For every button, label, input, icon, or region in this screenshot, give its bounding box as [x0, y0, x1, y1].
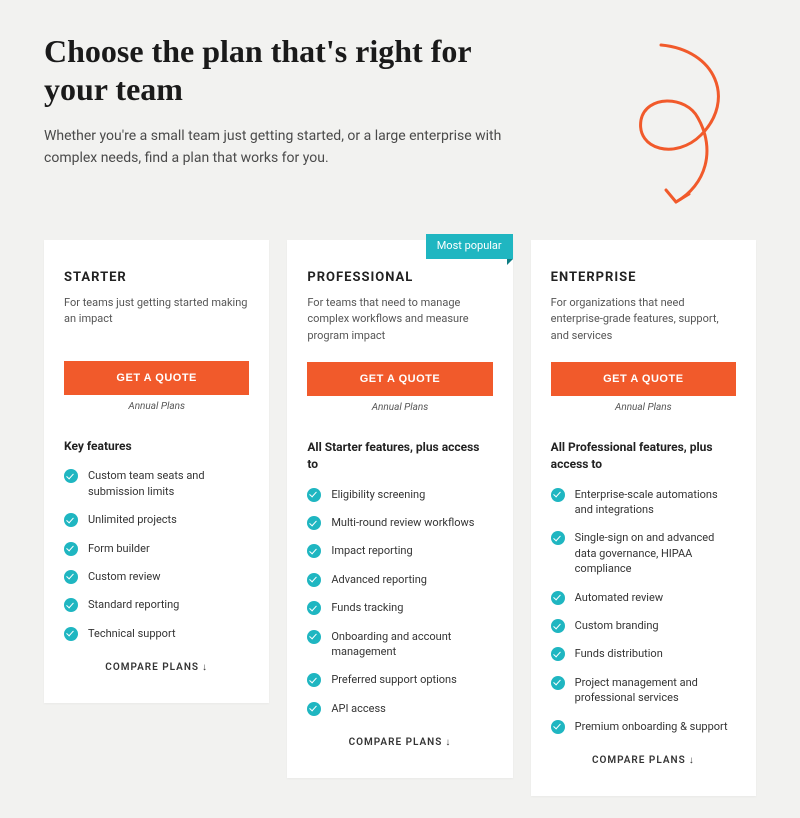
feature-item: Technical support: [64, 626, 249, 641]
feature-label: Custom review: [88, 569, 161, 584]
check-icon: [307, 601, 321, 615]
feature-label: Automated review: [575, 590, 663, 605]
compare-plans-label: COMPARE PLANS: [349, 737, 443, 748]
check-icon: [551, 619, 565, 633]
arrow-down-icon: ↓: [202, 662, 208, 673]
compare-plans-label: COMPARE PLANS: [592, 755, 686, 766]
feature-label: API access: [331, 701, 386, 716]
compare-plans-link[interactable]: COMPARE PLANS↓: [307, 729, 492, 756]
decorative-arrow-icon: [606, 40, 736, 210]
check-icon: [551, 591, 565, 605]
feature-item: Impact reporting: [307, 543, 492, 558]
check-icon: [64, 598, 78, 612]
feature-label: Onboarding and account management: [331, 629, 492, 660]
check-icon: [307, 488, 321, 502]
features-title: All Professional features, plus access t…: [551, 439, 736, 473]
get-quote-button[interactable]: GET A QUOTE: [64, 361, 249, 395]
feature-label: Enterprise-scale automations and integra…: [575, 487, 736, 518]
feature-item: Multi-round review workflows: [307, 515, 492, 530]
feature-item: Preferred support options: [307, 672, 492, 687]
plan-badge: Most popular: [426, 234, 513, 259]
feature-item: Onboarding and account management: [307, 629, 492, 660]
feature-item: Advanced reporting: [307, 572, 492, 587]
plan-name: PROFESSIONAL: [307, 270, 492, 285]
get-quote-button[interactable]: GET A QUOTE: [551, 362, 736, 396]
check-icon: [551, 720, 565, 734]
feature-item: Unlimited projects: [64, 512, 249, 527]
arrow-down-icon: ↓: [689, 755, 695, 766]
feature-item: Enterprise-scale automations and integra…: [551, 487, 736, 518]
feature-item: Custom review: [64, 569, 249, 584]
check-icon: [64, 469, 78, 483]
check-icon: [64, 570, 78, 584]
plans-row: STARTER For teams just getting started ma…: [44, 240, 756, 796]
page-subtitle: Whether you're a small team just getting…: [44, 125, 504, 170]
get-quote-button[interactable]: GET A QUOTE: [307, 362, 492, 396]
feature-label: Preferred support options: [331, 672, 457, 687]
compare-plans-link[interactable]: COMPARE PLANS↓: [64, 654, 249, 681]
feature-label: Unlimited projects: [88, 512, 177, 527]
feature-item: Funds tracking: [307, 600, 492, 615]
feature-label: Premium onboarding & support: [575, 719, 728, 734]
check-icon: [307, 573, 321, 587]
feature-item: Eligibility screening: [307, 487, 492, 502]
features-list: Enterprise-scale automations and integra…: [551, 487, 736, 734]
check-icon: [551, 647, 565, 661]
page-title: Choose the plan that's right for your te…: [44, 32, 504, 109]
plan-description: For organizations that need enterprise-g…: [551, 295, 736, 345]
arrow-down-icon: ↓: [445, 737, 451, 748]
feature-item: Custom branding: [551, 618, 736, 633]
plan-note: Annual Plans: [307, 402, 492, 413]
check-icon: [551, 531, 565, 545]
check-icon: [551, 488, 565, 502]
plan-description: For teams just getting started making an…: [64, 295, 249, 343]
plan-description: For teams that need to manage complex wo…: [307, 295, 492, 345]
check-icon: [307, 544, 321, 558]
check-icon: [64, 542, 78, 556]
feature-label: Standard reporting: [88, 597, 179, 612]
feature-label: Custom branding: [575, 618, 659, 633]
check-icon: [64, 627, 78, 641]
feature-label: Funds distribution: [575, 646, 663, 661]
plan-note: Annual Plans: [551, 402, 736, 413]
plan-card: Most popularPROFESSIONALFor teams that n…: [287, 240, 512, 779]
feature-label: Technical support: [88, 626, 176, 641]
check-icon: [307, 516, 321, 530]
feature-item: Automated review: [551, 590, 736, 605]
features-list: Custom team seats and submission limits U…: [64, 468, 249, 641]
feature-item: Custom team seats and submission limits: [64, 468, 249, 499]
feature-label: Funds tracking: [331, 600, 403, 615]
plan-note: Annual Plans: [64, 401, 249, 412]
feature-item: Premium onboarding & support: [551, 719, 736, 734]
feature-label: Custom team seats and submission limits: [88, 468, 249, 499]
feature-item: Single-sign on and advanced data governa…: [551, 530, 736, 576]
plan-card: STARTER For teams just getting started ma…: [44, 240, 269, 704]
plan-name: ENTERPRISE: [551, 270, 736, 285]
compare-plans-label: COMPARE PLANS: [105, 662, 199, 673]
feature-label: Project management and professional serv…: [575, 675, 736, 706]
feature-item: Project management and professional serv…: [551, 675, 736, 706]
feature-item: Standard reporting: [64, 597, 249, 612]
features-title: All Starter features, plus access to: [307, 439, 492, 473]
feature-label: Advanced reporting: [331, 572, 427, 587]
plan-card: ENTERPRISE For organizations that need en…: [531, 240, 756, 796]
page-header: Choose the plan that's right for your te…: [44, 32, 756, 170]
check-icon: [307, 702, 321, 716]
check-icon: [551, 676, 565, 690]
check-icon: [307, 630, 321, 644]
feature-label: Multi-round review workflows: [331, 515, 474, 530]
feature-item: API access: [307, 701, 492, 716]
features-title: Key features: [64, 438, 249, 455]
feature-item: Form builder: [64, 541, 249, 556]
feature-label: Eligibility screening: [331, 487, 425, 502]
check-icon: [64, 513, 78, 527]
feature-item: Funds distribution: [551, 646, 736, 661]
feature-label: Form builder: [88, 541, 150, 556]
plan-name: STARTER: [64, 270, 249, 285]
feature-label: Impact reporting: [331, 543, 412, 558]
compare-plans-link[interactable]: COMPARE PLANS↓: [551, 747, 736, 774]
feature-label: Single-sign on and advanced data governa…: [575, 530, 736, 576]
features-list: Eligibility screening Multi-round review …: [307, 487, 492, 717]
check-icon: [307, 673, 321, 687]
